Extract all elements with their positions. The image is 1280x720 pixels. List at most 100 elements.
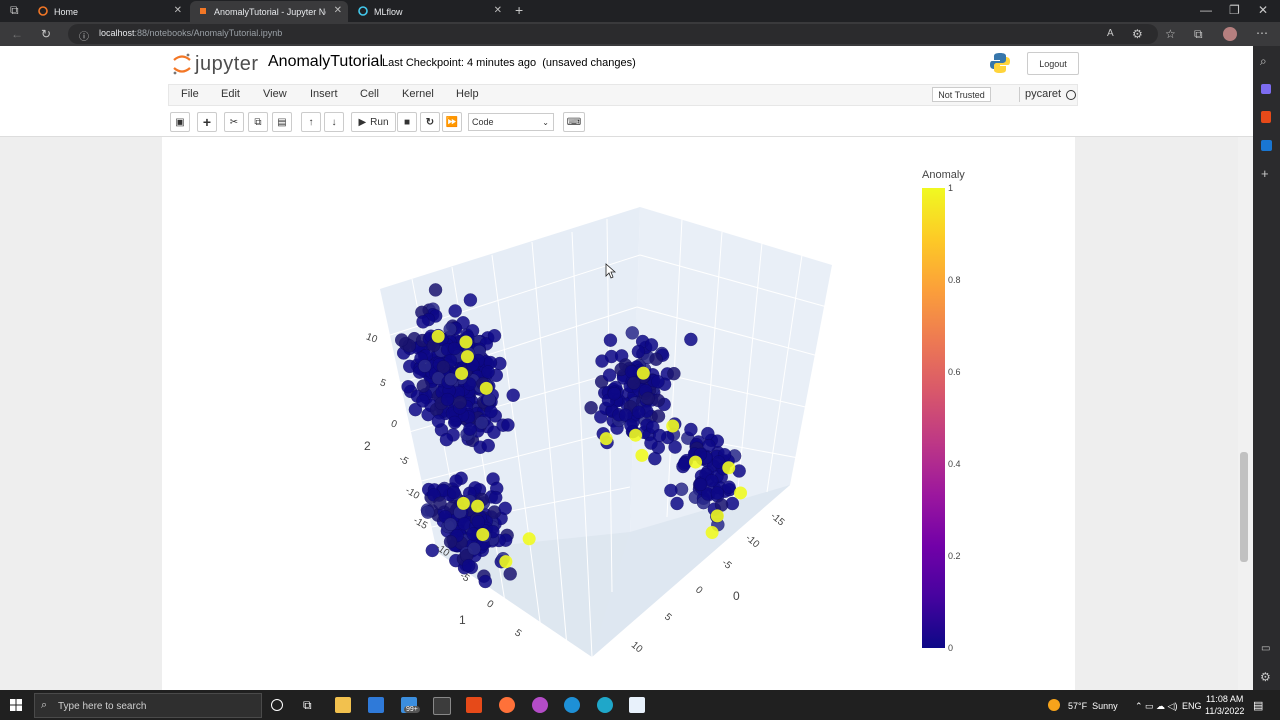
collections-icon[interactable]: ⧉ [1194,27,1203,42]
window-menu-icon[interactable]: ⧉ [10,3,19,18]
app-icon[interactable] [532,697,548,713]
tab-mlflow[interactable]: MLflow ✕ [350,1,508,22]
menu-insert[interactable]: Insert [310,88,338,100]
data-point [421,505,435,519]
minimize-icon[interactable]: — [1200,3,1212,17]
restore-icon[interactable]: ❐ [1229,3,1240,17]
data-point [684,332,698,347]
menu-help[interactable]: Help [456,88,479,100]
favorites-icon[interactable]: ☆ [1165,27,1176,41]
paste-button[interactable]: ▤ [272,112,292,132]
clock-date[interactable]: 11/3/2022 [1205,706,1244,716]
close-window-icon[interactable]: ✕ [1258,3,1268,17]
data-point [447,341,462,356]
restart-run-all-button[interactable]: ⏩ [442,112,462,132]
back-icon[interactable]: ← [11,27,23,41]
restart-button[interactable]: ↻ [420,112,440,132]
tab-anomalytutorial[interactable]: AnomalyTutorial - Jupyter Notebook ✕ [190,1,348,22]
data-point [482,392,496,407]
cut-button[interactable]: ✂ [224,112,244,132]
file-explorer-icon[interactable] [335,697,351,713]
menu-view[interactable]: View [263,88,287,100]
insert-cell-button[interactable]: + [197,112,217,132]
notebook-title[interactable]: AnomalyTutorial [268,53,383,71]
scrollbar-thumb[interactable] [1240,452,1248,562]
interrupt-button[interactable]: ■ [397,112,417,132]
language-indicator[interactable]: ENG [1182,701,1202,711]
anomaly-point [734,486,748,500]
menu-cell[interactable]: Cell [360,88,379,100]
logout-button[interactable]: Logout [1027,52,1079,75]
data-point [667,366,681,381]
command-palette-button[interactable]: ⌨ [563,112,585,132]
data-point [475,416,489,430]
mlflow-favicon-icon [358,6,368,16]
extensions-icon[interactable]: ⚙ [1132,27,1143,41]
settings-icon[interactable]: ⚙ [1260,670,1271,684]
more-icon[interactable]: ⋯ [1256,26,1268,40]
profile-avatar[interactable] [1223,27,1237,41]
cell-type-select[interactable]: Code ⌄ [468,113,554,131]
office-icon[interactable] [466,697,482,713]
info-icon: ⓘ [79,32,89,43]
y-axis-title: 0 [733,589,740,603]
data-point [627,376,641,390]
move-up-button[interactable]: ↑ [301,112,321,132]
data-point [431,414,446,428]
menu-kernel[interactable]: Kernel [402,88,434,100]
data-point [501,418,515,432]
data-point [463,422,477,436]
run-button[interactable]: ▶ Run [351,112,396,132]
tray-icons[interactable]: ⌃ ▭ ☁ ◁) [1135,701,1177,712]
windows-start-icon[interactable] [10,699,22,711]
search-icon[interactable]: ⌕ [1260,54,1267,69]
tab-home[interactable]: Home ✕ [30,1,188,22]
anomaly-point [710,509,724,523]
office-icon[interactable] [1261,111,1271,123]
anomaly-point [455,366,469,380]
cloud-app-icon[interactable] [564,697,580,713]
data-point [439,432,454,447]
close-icon[interactable]: ✕ [494,5,502,16]
save-button[interactable]: ▣ [170,112,190,132]
sidebar-layout-icon[interactable]: ▭ [1261,643,1270,654]
add-sidebar-app-icon[interactable]: + [1261,166,1269,181]
notepad-icon[interactable] [629,697,645,713]
new-tab-icon[interactable]: + [515,2,523,18]
clock-time[interactable]: 11:08 AM [1206,694,1243,704]
notification-center-icon[interactable]: ▤ [1253,699,1263,712]
data-point [625,326,639,340]
anomaly-point [476,528,490,542]
data-point [418,359,432,373]
cortana-icon[interactable] [271,699,283,711]
task-view-icon[interactable]: ⧉ [303,698,312,713]
jupyter-logo[interactable]: jupyter [172,51,259,77]
data-point [447,485,461,500]
colorbar-tick: 0.4 [948,459,961,469]
menu-file[interactable]: File [181,88,199,100]
menu-edit[interactable]: Edit [221,88,240,100]
move-down-button[interactable]: ↓ [324,112,344,132]
close-icon[interactable]: ✕ [174,5,182,16]
read-aloud-icon[interactable]: A [1107,28,1114,39]
discover-icon[interactable] [1261,84,1271,94]
trust-button[interactable]: Not Trusted [932,87,991,102]
anomaly-point [479,381,493,395]
stop-icon: ■ [403,116,411,128]
firefox-icon[interactable] [499,697,515,713]
data-point [416,315,430,329]
edge-icon[interactable] [597,697,613,713]
weather-text[interactable]: 57°F Sunny [1068,701,1118,711]
copy-button[interactable]: ⧉ [248,112,268,132]
outlook-icon[interactable] [1261,140,1272,151]
close-icon[interactable]: ✕ [334,5,342,16]
data-point [632,405,646,419]
data-point [602,368,617,382]
data-point [440,392,455,407]
data-point [449,474,463,488]
colorbar-title: Anomaly [922,169,965,181]
terminal-icon[interactable] [433,697,451,715]
store-icon[interactable] [368,697,384,713]
refresh-icon[interactable]: ↻ [41,27,51,41]
page-scrollbar[interactable] [1238,137,1253,690]
